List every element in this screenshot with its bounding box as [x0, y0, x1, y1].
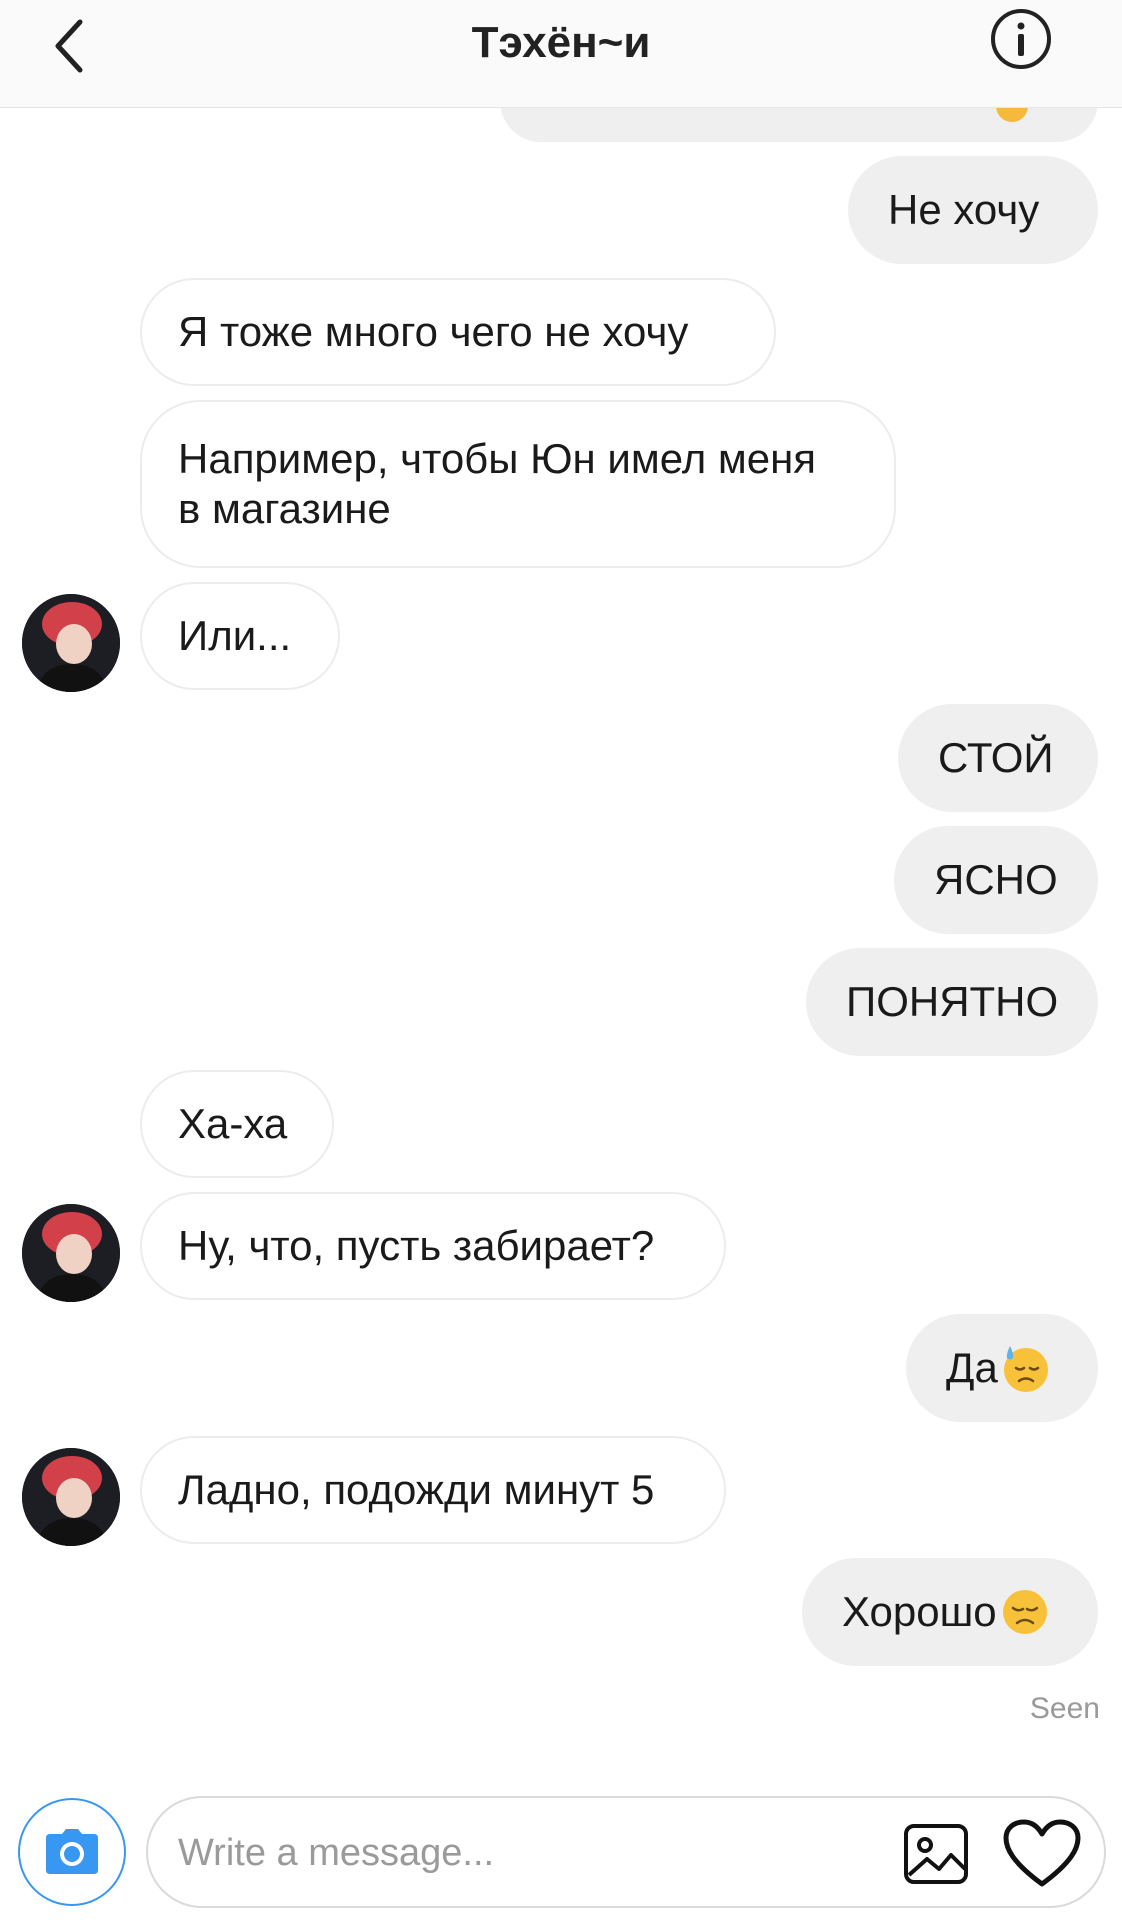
message-text: СТОЙ [938, 734, 1054, 781]
message-bubble[interactable]: ЯСНО [894, 826, 1098, 934]
message-input[interactable] [176, 1820, 880, 1886]
chat-header: Тэхён~и [0, 0, 1122, 108]
info-button[interactable] [990, 8, 1052, 70]
message-text: Ха-ха [178, 1100, 288, 1147]
message-text: ЯСНО [934, 856, 1058, 903]
message-text: Я тоже много чего не хочу [178, 308, 689, 355]
message-bubble[interactable]: Ха-ха [140, 1070, 334, 1178]
message-input-container [146, 1796, 1106, 1908]
contact-avatar[interactable] [22, 1448, 120, 1546]
message-text: Или... [178, 612, 292, 659]
heart-icon [1003, 1819, 1081, 1887]
avatar-image [22, 594, 120, 692]
message-text-line: в магазине [178, 485, 391, 532]
message-text: Ну, что, пусть забирает? [178, 1222, 655, 1269]
downcast-face-with-sweat-emoji [1003, 1346, 1048, 1392]
info-icon [991, 9, 1051, 69]
message-text: Да [946, 1344, 998, 1391]
camera-button[interactable] [18, 1798, 126, 1906]
contact-avatar[interactable] [22, 594, 120, 692]
message-bubble[interactable]: Да [906, 1314, 1098, 1422]
like-button[interactable] [1000, 1814, 1084, 1894]
message-bubble[interactable]: СТОЙ [898, 704, 1098, 812]
message-bubble[interactable]: Я тоже много чего не хочу [140, 278, 776, 386]
seen-status: Seen [1029, 1692, 1100, 1725]
avatar-image [22, 1204, 120, 1302]
message-text: Не хочу [888, 186, 1040, 233]
message-bubble[interactable]: Или... [140, 582, 340, 690]
conversation-title[interactable]: Тэхён~и [0, 18, 1122, 68]
camera-icon [46, 1829, 98, 1874]
message-text-line: Например, чтобы Юн имел меня [178, 435, 817, 482]
contact-avatar[interactable] [22, 1204, 120, 1302]
message-bubble[interactable]: ПОНЯТНО [806, 948, 1098, 1056]
image-icon [904, 1824, 968, 1884]
message-bubble[interactable]: Ну, что, пусть забирает? [140, 1192, 726, 1300]
message-text: Ладно, подожди минут 5 [178, 1466, 655, 1513]
message-composer [0, 1780, 1122, 1920]
avatar-image [22, 1448, 120, 1546]
message-text: Хорошо [842, 1588, 997, 1635]
message-bubble[interactable]: Хорошо [802, 1558, 1098, 1666]
message-bubble[interactable]: Ладно, подожди минут 5 [140, 1436, 726, 1544]
message-text: ПОНЯТНО [846, 978, 1059, 1025]
message-bubble[interactable]: Не хочу [848, 156, 1098, 264]
disappointed-face-emoji [1002, 1590, 1047, 1634]
message-bubble[interactable]: Например, чтобы Юн имел меня в магазине [140, 400, 896, 568]
gallery-button[interactable] [900, 1818, 972, 1890]
